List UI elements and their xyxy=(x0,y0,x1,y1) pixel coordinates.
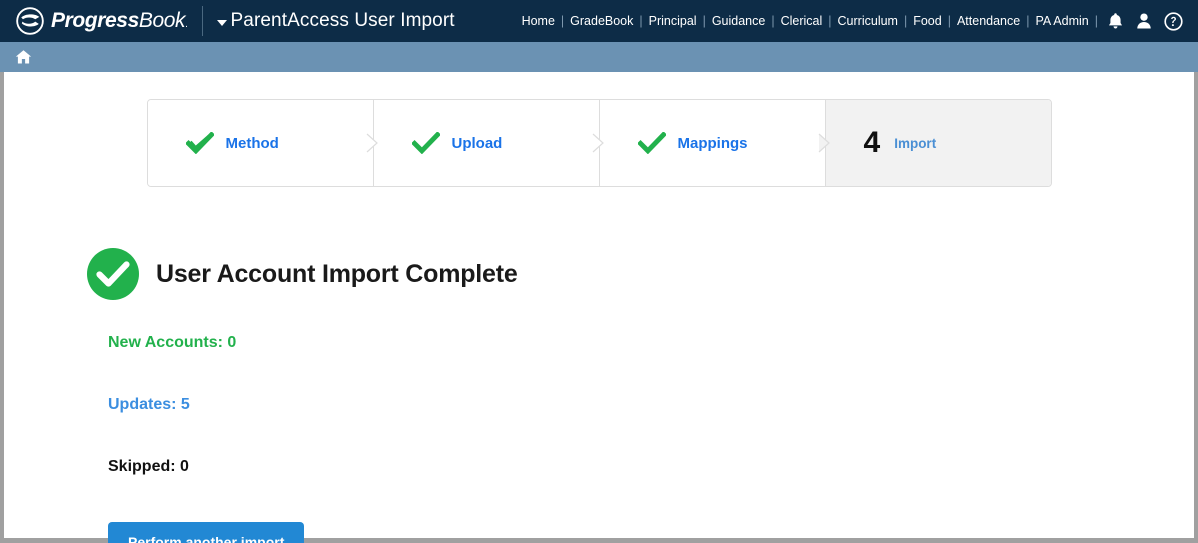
wizard-step-label: Import xyxy=(894,135,937,151)
stat-new-accounts: New Accounts: 0 xyxy=(108,334,237,351)
nav-link-guidance[interactable]: Guidance xyxy=(707,14,771,28)
nav-link-food[interactable]: Food xyxy=(908,14,947,28)
brand-light: Book xyxy=(138,9,186,32)
nav-link-pa-admin[interactable]: PA Admin xyxy=(1030,14,1093,28)
import-result-panel: User Account Import Complete New Account… xyxy=(4,187,1194,543)
wizard-step-method[interactable]: Method xyxy=(147,100,378,186)
progressbook-logo-icon xyxy=(16,7,44,35)
wizard-step-label: Upload xyxy=(451,134,503,152)
nav-link-attendance[interactable]: Attendance xyxy=(952,14,1025,28)
person-glyph xyxy=(1137,13,1151,29)
main-content: Method Upload Mappings 4 Import User Acc… xyxy=(4,99,1194,543)
help-question-icon[interactable] xyxy=(1160,8,1186,34)
question-circle-glyph xyxy=(1163,11,1183,31)
app-title: ParentAccess User Import xyxy=(230,10,455,31)
wizard-step-mappings[interactable]: Mappings xyxy=(599,100,830,186)
bell-glyph xyxy=(1108,13,1122,29)
stat-skipped: Skipped: 0 xyxy=(108,458,189,475)
brand-divider xyxy=(201,6,203,36)
wizard-step-import[interactable]: 4 Import xyxy=(825,100,1051,186)
import-wizard-steps: Method Upload Mappings 4 Import xyxy=(146,99,1052,187)
nav-link-curriculum[interactable]: Curriculum xyxy=(833,14,903,28)
chevron-down-icon xyxy=(216,19,227,26)
brand-tm: . xyxy=(185,19,188,30)
brand-wordmark: ProgressBook. xyxy=(51,9,188,33)
wizard-step-number: 4 xyxy=(863,126,881,159)
top-header-bar: ProgressBook. ParentAccess User Import H… xyxy=(0,0,1198,42)
wizard-step-label: Method xyxy=(225,134,279,152)
nav-link-principal[interactable]: Principal xyxy=(644,14,702,28)
secondary-toolbar xyxy=(0,42,1198,72)
top-navigation: Home | GradeBook | Principal | Guidance … xyxy=(517,0,1198,42)
result-header: User Account Import Complete xyxy=(86,247,1194,301)
brand-zone[interactable]: ProgressBook. xyxy=(4,0,188,42)
perform-another-import-button[interactable]: Perform another import xyxy=(108,522,305,543)
green-check-icon xyxy=(411,132,440,154)
nav-link-gradebook[interactable]: GradeBook xyxy=(565,14,638,28)
home-icon[interactable] xyxy=(12,46,34,68)
page-frame: ProgressBook. ParentAccess User Import H… xyxy=(0,0,1198,543)
nav-link-clerical[interactable]: Clerical xyxy=(776,14,828,28)
nav-link-home[interactable]: Home xyxy=(517,14,560,28)
green-check-icon xyxy=(637,132,666,154)
user-profile-icon[interactable] xyxy=(1131,8,1157,34)
page-title: User Account Import Complete xyxy=(156,259,518,288)
success-check-circle-icon xyxy=(87,248,139,300)
stat-updates: Updates: 5 xyxy=(108,396,190,413)
home-glyph xyxy=(15,50,31,64)
app-title-dropdown[interactable]: ParentAccess User Import xyxy=(216,10,455,32)
nav-separator: | xyxy=(1094,14,1098,28)
notification-bell-icon[interactable] xyxy=(1102,8,1128,34)
wizard-step-label: Mappings xyxy=(677,134,748,152)
brand-bold: Progress xyxy=(51,9,139,32)
green-check-icon xyxy=(185,132,214,154)
wizard-step-upload[interactable]: Upload xyxy=(373,100,604,186)
